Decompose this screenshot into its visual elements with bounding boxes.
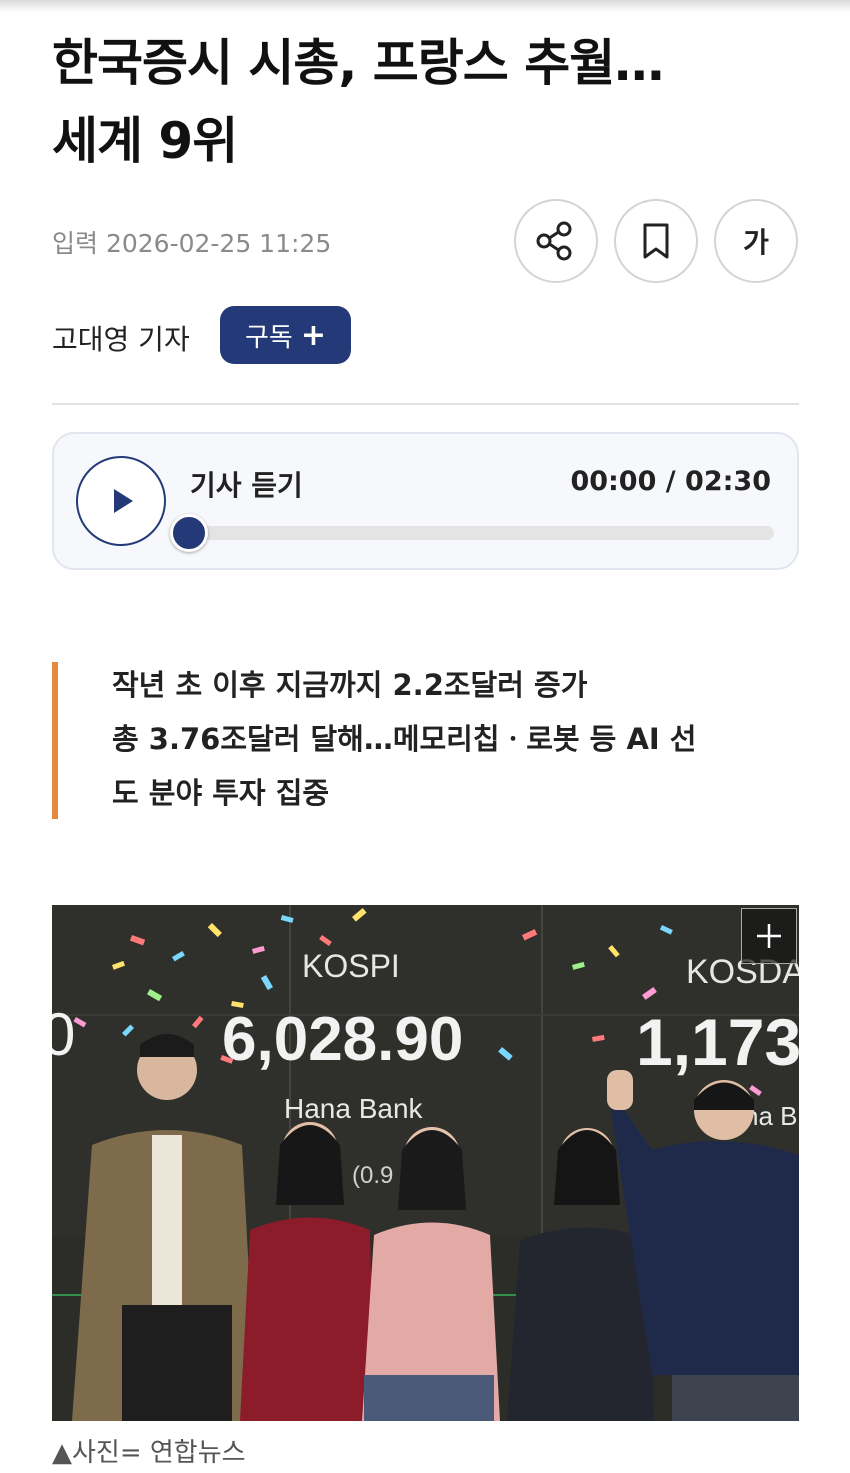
- headline-line-2: 세계 9위: [52, 112, 238, 170]
- board-small-text: (0.9: [352, 1162, 393, 1189]
- divider: [52, 403, 799, 405]
- play-icon: [114, 489, 133, 513]
- article-summary: 작년 초 이후 지금까지 2.2조달러 증가 총 3.76조달러 달해…메모리칩…: [112, 658, 792, 820]
- subscribe-button[interactable]: 구독 +: [220, 306, 351, 364]
- play-button[interactable]: [76, 456, 166, 546]
- expand-icon: [757, 924, 781, 948]
- published-date: 입력 2026-02-25 11:25: [52, 229, 332, 258]
- summary-line: 도 분야 투자 집중: [112, 776, 330, 810]
- board-value-kospi: 6,028.90: [222, 1005, 463, 1074]
- font-size-label: 가: [743, 226, 769, 259]
- board-label-kospi: KOSPI: [302, 948, 400, 984]
- top-shadow: [0, 0, 850, 12]
- board-value-kosdaq: 1,173: [636, 1005, 799, 1079]
- summary-accent-bar: [52, 662, 58, 819]
- article-photo: KOSPI KOSDA 6,028.90 1,173 0 Hana Bank n…: [52, 905, 799, 1421]
- article-headline: 한국증시 시총, 프랑스 추월… 세계 9위: [52, 24, 812, 180]
- summary-line: 총 3.76조달러 달해…메모리칩ㆍ로봇 등 AI 선: [112, 722, 697, 756]
- font-size-button[interactable]: 가: [714, 199, 798, 283]
- photo-caption: ▲사진= 연합뉴스: [52, 1438, 246, 1468]
- share-button[interactable]: [514, 199, 598, 283]
- bookmark-button[interactable]: [614, 199, 698, 283]
- bookmark-icon: [643, 223, 669, 259]
- headline-line-1: 한국증시 시총, 프랑스 추월…: [52, 34, 664, 92]
- expand-photo-button[interactable]: [741, 908, 797, 964]
- plus-icon: +: [300, 317, 326, 353]
- bank-label: Hana Bank: [284, 1093, 424, 1124]
- progress-knob[interactable]: [170, 514, 208, 552]
- reporter-name: 고대영 기자: [52, 323, 190, 356]
- audio-player: 기사 듣기 00:00 / 02:30: [52, 432, 799, 570]
- progress-track[interactable]: [190, 526, 774, 540]
- board-partial-left: 0: [52, 1001, 75, 1068]
- player-time: 00:00 / 02:30: [570, 466, 771, 497]
- subscribe-label: 구독: [245, 322, 293, 353]
- share-icon: [536, 221, 572, 261]
- player-title: 기사 듣기: [190, 469, 303, 502]
- photo-illustration: KOSPI KOSDA 6,028.90 1,173 0 Hana Bank n…: [52, 905, 799, 1421]
- summary-line: 작년 초 이후 지금까지 2.2조달러 증가: [112, 668, 588, 702]
